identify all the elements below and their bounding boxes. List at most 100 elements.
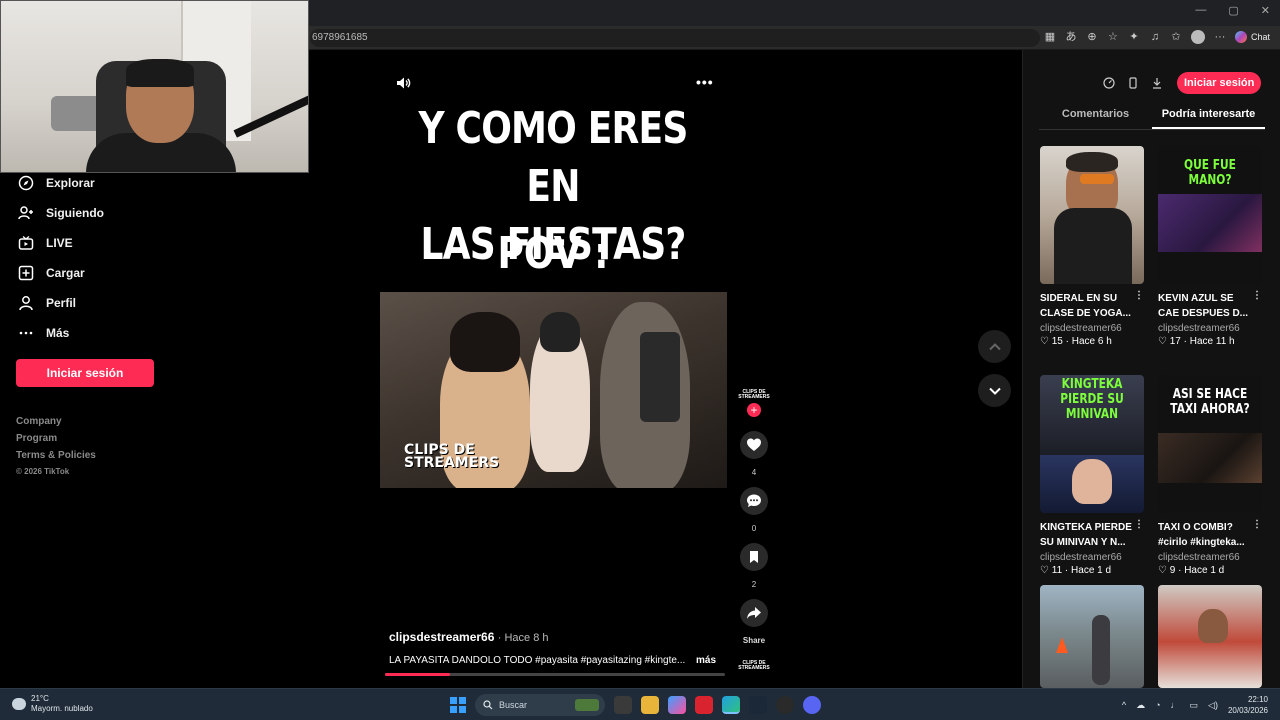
sidebar-item-siguiendo[interactable]: Siguiendo — [18, 205, 104, 221]
video-thumbnail[interactable] — [1040, 585, 1144, 688]
card-username[interactable]: clipsdestreamer66 — [1040, 323, 1144, 334]
tab-comentarios[interactable]: Comentarios — [1039, 108, 1152, 129]
comment-button[interactable] — [740, 487, 768, 515]
sidebar-item-perfil[interactable]: Perfil — [18, 295, 76, 311]
steam-icon[interactable] — [749, 696, 767, 714]
video-more-options-icon[interactable]: ••• — [696, 74, 714, 90]
card-title[interactable]: KINGTEKA PIERDE SU MINIVAN Y N... — [1040, 520, 1135, 550]
card-more-icon[interactable]: ⋮ — [1252, 519, 1262, 530]
save-button[interactable] — [740, 543, 768, 571]
share-button[interactable] — [740, 599, 768, 627]
sidebar-item-explorar[interactable]: Explorar — [18, 175, 95, 191]
discord-icon[interactable] — [803, 696, 821, 714]
footer-link-terms[interactable]: Terms & Policies — [16, 450, 96, 461]
video-thumbnail[interactable]: ASI SE HACE TAXI AHORA? — [1158, 375, 1262, 513]
suggested-video-card[interactable] — [1158, 585, 1262, 688]
suggested-video-card[interactable]: KINGTEKA PIERDE SU MINIVAN KINGTEKA PIER… — [1040, 375, 1144, 576]
tray-chevron-up-icon[interactable]: ^ — [1122, 700, 1126, 710]
creator-avatar[interactable]: CLIPS DE STREAMERS — [738, 390, 769, 400]
video-description: LA PAYASITA DANDOLO TODO #payasita #paya… — [389, 655, 686, 666]
card-time: Hace 1 d — [1071, 565, 1112, 576]
card-more-icon[interactable]: ⋮ — [1134, 290, 1144, 301]
card-username[interactable]: clipsdestreamer66 — [1158, 552, 1262, 563]
profile-avatar[interactable] — [1190, 30, 1205, 44]
zoom-icon[interactable]: ⊕ — [1086, 30, 1098, 44]
card-title[interactable]: SIDERAL EN SU CLASE DE YOGA... — [1040, 291, 1135, 321]
sidebar-item-live[interactable]: LIVE — [18, 235, 73, 251]
sidebar-login-button[interactable]: Iniciar sesión — [16, 359, 154, 387]
video-frame[interactable]: CLIPS DE STREAMERS — [380, 292, 727, 488]
card-more-icon[interactable]: ⋮ — [1252, 290, 1262, 301]
video-caption-line-1: Y COMO ERES EN — [418, 103, 688, 212]
wps-office-icon[interactable] — [695, 696, 713, 714]
suggested-video-card[interactable] — [1040, 585, 1144, 688]
video-author[interactable]: clipsdestreamer66 · Hace 8 h — [389, 630, 549, 644]
maximize-button[interactable]: ▢ — [1228, 4, 1238, 17]
card-stats: ♡ 17 · Hace 11 h — [1158, 336, 1235, 347]
description-more-link[interactable]: más — [696, 655, 716, 666]
footer-link-company[interactable]: Company — [16, 416, 96, 427]
previous-video-button[interactable] — [978, 330, 1011, 363]
media-icon[interactable]: ♫ — [1149, 30, 1161, 44]
recording-app-icon[interactable] — [776, 696, 794, 714]
screen: — ▢ ✕ 6978961685 ▦ あ ⊕ ☆ ✦ ♫ ✩ ··· Chat — [0, 0, 1280, 720]
header-login-button[interactable]: Iniciar sesión — [1177, 72, 1262, 94]
copilot-app-icon[interactable] — [668, 696, 686, 714]
menu-dots-icon[interactable]: ··· — [1214, 30, 1226, 44]
video-thumbnail[interactable]: KINGTEKA PIERDE SU MINIVAN — [1040, 375, 1144, 513]
sidebar-item-cargar[interactable]: Cargar — [18, 265, 85, 281]
card-username[interactable]: clipsdestreamer66 — [1158, 323, 1262, 334]
onedrive-icon[interactable]: ☁ — [1136, 700, 1145, 711]
video-progress-bar[interactable] — [385, 673, 725, 676]
device-icon[interactable] — [1123, 73, 1143, 93]
suggested-video-card[interactable]: ASI SE HACE TAXI AHORA? TAXI O COMBI? #c… — [1158, 375, 1262, 576]
copilot-chat-button[interactable]: Chat — [1234, 31, 1270, 43]
extensions-icon[interactable]: ✦ — [1128, 30, 1140, 44]
thumb-pedestrian — [1092, 615, 1110, 685]
thumb-scene — [1158, 194, 1262, 252]
weather-widget[interactable]: 21°C Mayorm. nublado — [12, 694, 93, 714]
video-thumbnail[interactable]: QUE FUE MANO? — [1158, 146, 1262, 284]
post-time: · Hace 8 h — [497, 632, 549, 644]
music-disc-avatar[interactable]: CLIPS DE STREAMERS — [738, 661, 769, 671]
card-title[interactable]: KEVIN AZUL SE CAE DESPUES D... — [1158, 291, 1253, 321]
speed-icon[interactable] — [1099, 73, 1119, 93]
like-button[interactable] — [740, 431, 768, 459]
system-clock[interactable]: 22:10 20/03/2026 — [1228, 694, 1268, 716]
windows-start-icon[interactable] — [450, 697, 466, 713]
card-more-icon[interactable]: ⋮ — [1134, 519, 1144, 530]
thumb-face — [1072, 459, 1112, 504]
edge-browser-icon[interactable] — [722, 696, 740, 714]
favorite-star-icon[interactable]: ☆ — [1107, 30, 1119, 44]
author-username[interactable]: clipsdestreamer66 — [389, 630, 494, 644]
close-window-button[interactable]: ✕ — [1261, 4, 1270, 17]
url-field[interactable]: 6978961685 — [310, 29, 1040, 47]
volume-tray-icon[interactable]: ◁) — [1208, 700, 1218, 711]
card-username[interactable]: clipsdestreamer66 — [1040, 552, 1144, 563]
suggested-video-card[interactable]: QUE FUE MANO? KEVIN AZUL SE CAE DESPUES … — [1158, 146, 1262, 347]
minimize-button[interactable]: — — [1195, 4, 1206, 17]
tab-podria-interesarte[interactable]: Podría interesarte — [1152, 108, 1265, 129]
network-icon[interactable]: ▭ — [1190, 700, 1199, 711]
thumb-caption: KINGTEKA PIERDE SU MINIVAN — [1060, 377, 1124, 422]
suggested-video-card[interactable]: SIDERAL EN SU CLASE DE YOGA... ⋮ clipsde… — [1040, 146, 1144, 347]
task-view-icon[interactable] — [614, 696, 632, 714]
video-thumbnail[interactable] — [1040, 146, 1144, 284]
video-thumbnail[interactable] — [1158, 585, 1262, 688]
download-icon[interactable] — [1147, 73, 1167, 93]
footer-link-program[interactable]: Program — [16, 433, 96, 444]
file-explorer-icon[interactable] — [641, 696, 659, 714]
defender-icon[interactable]: ◔ — [1155, 700, 1160, 710]
thumb-face — [1198, 609, 1228, 643]
follow-plus-button[interactable]: + — [747, 403, 761, 417]
card-title[interactable]: TAXI O COMBI? #cirilo #kingteka... — [1158, 520, 1253, 550]
video-progress-fill — [385, 673, 450, 676]
microphone-icon[interactable]: ♩ — [1171, 700, 1180, 710]
next-video-button[interactable] — [978, 374, 1011, 407]
favorites-icon[interactable]: ✩ — [1170, 30, 1182, 44]
volume-icon[interactable] — [395, 75, 411, 91]
translate-icon[interactable]: あ — [1065, 30, 1077, 44]
app-icon[interactable]: ▦ — [1044, 30, 1056, 44]
taskbar-search[interactable]: Buscar — [475, 694, 605, 716]
sidebar-item-mas[interactable]: Más — [18, 325, 69, 341]
